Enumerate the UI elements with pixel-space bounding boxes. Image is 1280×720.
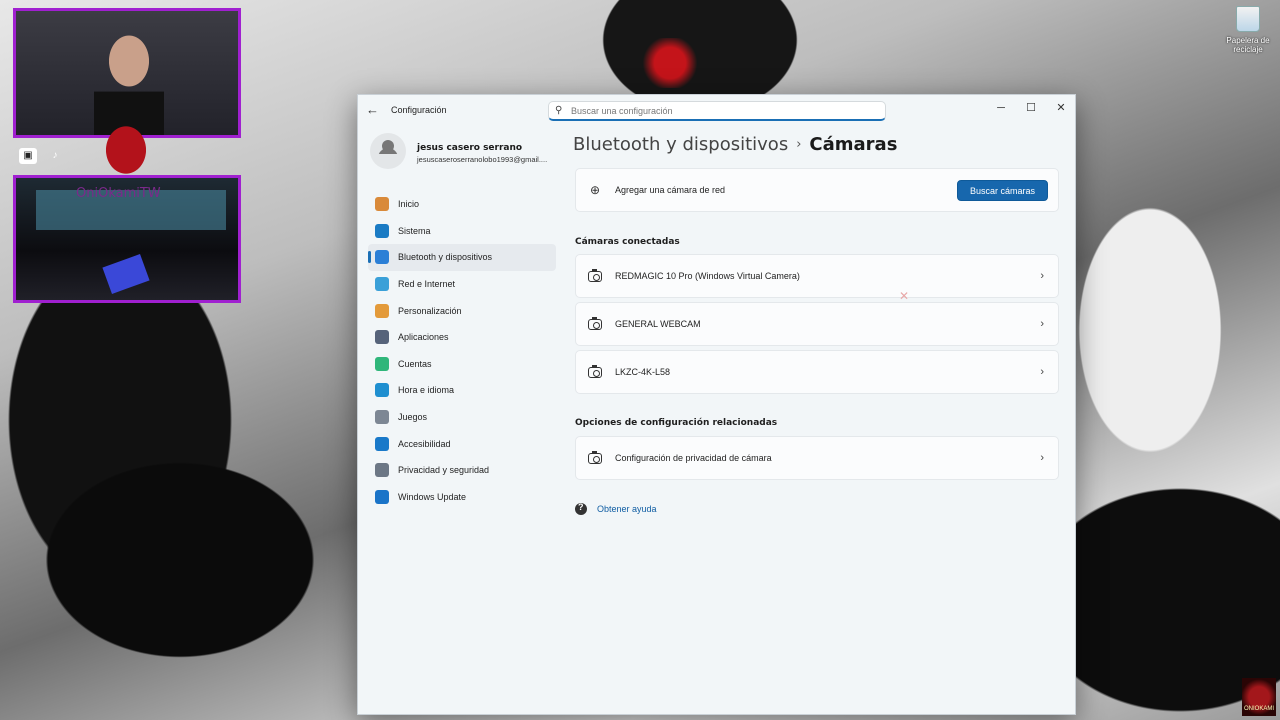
page-title: Cámaras	[809, 134, 898, 155]
shield-icon	[375, 463, 389, 478]
search-input[interactable]	[571, 104, 871, 118]
profile-email: jesuscaseroserranolobo1993@gmail....	[417, 155, 548, 164]
chevron-right-icon: ›	[1040, 318, 1044, 330]
apps-icon	[375, 330, 389, 345]
sidebar-item-label: Aplicaciones	[398, 332, 449, 343]
twitch-icon: ▣	[19, 148, 37, 164]
get-help-link[interactable]: Obtener ayuda	[597, 504, 657, 514]
breadcrumb-separator: ›	[796, 137, 802, 152]
wifi-icon	[375, 277, 389, 292]
breadcrumb: Bluetooth y dispositivos › Cámaras	[573, 134, 897, 155]
help-icon	[575, 502, 587, 515]
title-bar: ← Configuración ⚲ ─ ☐ ✕	[358, 95, 1075, 125]
close-button[interactable]: ✕	[1051, 99, 1071, 117]
sidebar-item-windows-update[interactable]: Windows Update	[368, 484, 556, 511]
accessibility-icon	[375, 436, 389, 451]
brand-corner-logo: ONIOKAMI	[1242, 678, 1276, 716]
sidebar-item-red-e-internet[interactable]: Red e Internet	[368, 271, 556, 298]
home-icon	[375, 197, 389, 212]
add-network-camera-card: ⊕ Agregar una cámara de red Buscar cámar…	[575, 168, 1059, 212]
sidebar-item-label: Sistema	[398, 225, 431, 236]
sidebar-item-accesibilidad[interactable]: Accesibilidad	[368, 430, 556, 457]
add-circle-icon: ⊕	[589, 183, 601, 197]
sidebar-nav: Inicio Sistema Bluetooth y dispositivos Red…	[368, 191, 556, 510]
settings-window: ← Configuración ⚲ ─ ☐ ✕ jesus casero ser…	[357, 94, 1076, 715]
camera-privacy-label: Configuración de privacidad de cámara	[615, 453, 772, 463]
add-network-camera-label: Agregar una cámara de red	[615, 185, 726, 195]
sidebar-item-privacidad-y-seguridad[interactable]: Privacidad y seguridad	[368, 457, 556, 484]
globe-clock-icon	[375, 383, 389, 398]
breadcrumb-parent[interactable]: Bluetooth y dispositivos	[573, 134, 788, 155]
sidebar-item-personalización[interactable]: Personalización	[368, 297, 556, 324]
camera-item[interactable]: GENERAL WEBCAM ›	[575, 302, 1059, 346]
camera-privacy-settings-card[interactable]: Configuración de privacidad de cámara ›	[575, 436, 1059, 480]
sidebar-item-label: Juegos	[398, 412, 428, 423]
camera-icon	[588, 365, 602, 378]
cursor-marker-icon: ✕	[899, 289, 910, 303]
sidebar-item-inicio[interactable]: Inicio	[368, 191, 556, 218]
camera-name: LKZC-4K-L58	[615, 367, 671, 377]
camera-icon	[588, 269, 602, 282]
camera-name: GENERAL WEBCAM	[615, 319, 701, 329]
sidebar-item-juegos[interactable]: Juegos	[368, 404, 556, 431]
avatar	[370, 133, 406, 169]
camera-item[interactable]: REDMAGIC 10 Pro (Windows Virtual Camera)…	[575, 254, 1059, 298]
sidebar-item-label: Cuentas	[398, 358, 432, 369]
accounts-icon	[375, 356, 389, 371]
recycle-bin-label: Papelera de reciclaje	[1226, 36, 1270, 54]
related-settings-heading: Opciones de configuración relacionadas	[575, 418, 778, 428]
sidebar-item-label: Accesibilidad	[398, 438, 451, 449]
camera-item[interactable]: LKZC-4K-L58 ›	[575, 350, 1059, 394]
bluetooth-icon	[375, 250, 389, 265]
sidebar-item-cuentas[interactable]: Cuentas	[368, 351, 556, 378]
streamer-name: OniOkamiTW	[76, 186, 161, 201]
system-icon	[375, 223, 389, 238]
demon-mask-logo	[102, 120, 150, 176]
user-profile[interactable]: jesus casero serrano jesuscaseroserranol…	[370, 133, 560, 173]
camera-icon	[588, 451, 602, 464]
camera-name: REDMAGIC 10 Pro (Windows Virtual Camera)	[615, 271, 800, 281]
maximize-button[interactable]: ☐	[1021, 99, 1041, 117]
recycle-bin-icon	[1236, 6, 1260, 32]
search-cameras-button[interactable]: Buscar cámaras	[956, 180, 1048, 201]
chevron-right-icon: ›	[1040, 452, 1044, 464]
webcam-overlay-face	[13, 8, 241, 138]
recycle-bin-shortcut[interactable]: Papelera de reciclaje	[1226, 6, 1270, 54]
sidebar-item-label: Windows Update	[398, 491, 467, 502]
search-box[interactable]: ⚲	[548, 101, 886, 121]
camera-icon	[588, 317, 602, 330]
tiktok-icon: ♪	[52, 150, 58, 161]
chevron-right-icon: ›	[1040, 270, 1044, 282]
sidebar-item-label: Red e Internet	[398, 279, 456, 290]
brush-icon	[375, 303, 389, 318]
sidebar-item-bluetooth-y-dispositivos[interactable]: Bluetooth y dispositivos	[368, 244, 556, 271]
wallpaper-red-accent	[640, 38, 700, 88]
search-icon: ⚲	[555, 105, 563, 116]
sidebar-item-label: Privacidad y seguridad	[398, 465, 490, 476]
sidebar-item-sistema[interactable]: Sistema	[368, 218, 556, 245]
back-arrow-icon[interactable]: ←	[366, 103, 382, 117]
minimize-button[interactable]: ─	[991, 99, 1011, 117]
connected-cameras-heading: Cámaras conectadas	[575, 237, 680, 247]
app-title: Configuración	[391, 105, 447, 115]
profile-name: jesus casero serrano	[417, 143, 523, 153]
desk-keyboard	[102, 254, 150, 294]
sidebar-item-label: Personalización	[398, 305, 462, 316]
sidebar-item-label: Inicio	[398, 199, 420, 210]
sidebar-item-aplicaciones[interactable]: Aplicaciones	[368, 324, 556, 351]
update-icon	[375, 489, 389, 504]
sidebar-item-hora-e-idioma[interactable]: Hora e idioma	[368, 377, 556, 404]
get-help[interactable]: Obtener ayuda	[575, 502, 657, 515]
sidebar-item-label: Hora e idioma	[398, 385, 455, 396]
gamepad-icon	[375, 410, 389, 425]
sidebar-item-label: Bluetooth y dispositivos	[398, 252, 493, 263]
chevron-right-icon: ›	[1040, 366, 1044, 378]
